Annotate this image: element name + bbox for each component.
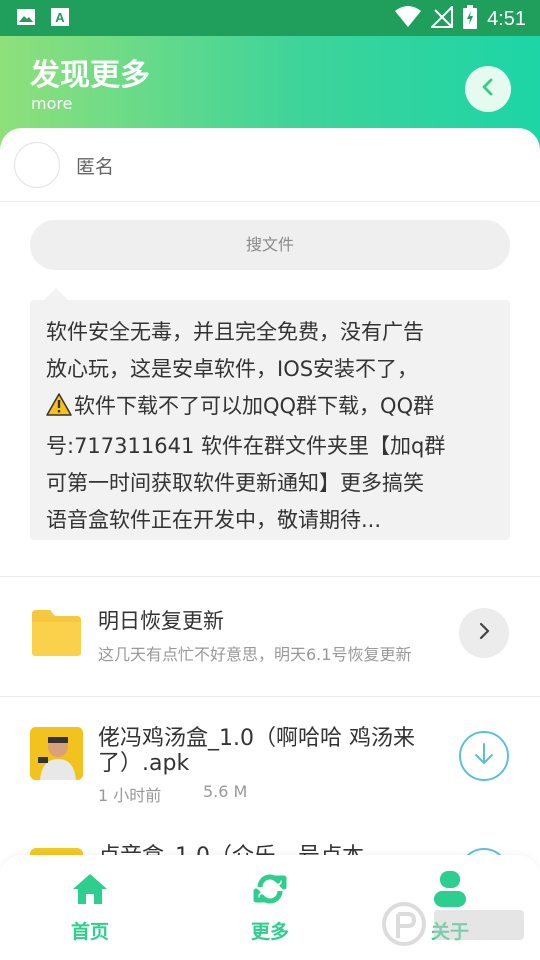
chevron-right-icon xyxy=(476,621,492,645)
refresh-icon xyxy=(225,869,315,909)
folder-icon xyxy=(30,608,83,662)
divider xyxy=(0,696,540,697)
avatar[interactable] xyxy=(14,142,60,188)
folder-title: 明日恢复更新 xyxy=(98,609,224,633)
file-row[interactable]: 佬冯鸡汤盒_1.0（啊哈哈 鸡汤来了）.apk 1 小时前 5.6 M xyxy=(0,714,540,824)
notice-box: 软件安全无毒，并且完全免费，没有广告 放心玩，这是安卓软件，IOS安装不了， 软… xyxy=(30,300,510,540)
user-row[interactable]: 匿名 xyxy=(0,128,540,202)
notice-line-warning: 软件下载不了可以加QQ群下载，QQ群 xyxy=(46,388,496,428)
page-subtitle: more xyxy=(31,94,73,113)
content-sheet: 匿名 搜文件 软件安全无毒，并且完全免费，没有广告 放心玩，这是安卓软件，IOS… xyxy=(0,128,540,960)
warning-icon xyxy=(46,391,72,428)
notice-line: 语音盒软件正在开发中，敬请期待... xyxy=(46,508,382,532)
notice-line: 软件安全无毒，并且完全免费，没有广告 xyxy=(46,320,424,344)
file-name: 佬冯鸡汤盒_1.0（啊哈哈 鸡汤来了）.apk xyxy=(98,726,415,776)
notice-line: 可第一时间获取软件更新通知】更多搞笑 xyxy=(46,471,424,495)
user-name: 匿名 xyxy=(76,156,115,178)
notice-line: 号:717311641 软件在群文件夹里【加q群 xyxy=(46,434,446,458)
status-time: 4:51 xyxy=(487,7,526,30)
file-thumbnail xyxy=(30,727,83,780)
battery-icon xyxy=(463,5,478,33)
folder-description: 这几天有点忙不好意思，明天6.1号恢复更新 xyxy=(98,645,412,664)
nav-label: 首页 xyxy=(70,921,109,943)
notice-line: 放心玩，这是安卓软件，IOS安装不了， xyxy=(46,357,419,381)
notice-line: 软件下载不了可以加QQ群下载，QQ群 xyxy=(74,394,435,418)
image-notification-icon xyxy=(16,7,36,31)
app-notification-icon: A xyxy=(50,7,70,31)
divider xyxy=(0,576,540,577)
back-button[interactable] xyxy=(465,66,511,112)
svg-text:A: A xyxy=(55,10,65,25)
no-signal-icon xyxy=(429,4,454,32)
page-title: 发现更多 xyxy=(30,58,150,93)
file-size: 5.6 M xyxy=(203,782,248,801)
arrow-down-icon xyxy=(474,742,494,770)
home-icon xyxy=(45,869,135,909)
download-button[interactable] xyxy=(459,731,509,781)
notice-pointer xyxy=(44,288,68,300)
folder-row[interactable]: 明日恢复更新 这几天有点忙不好意思，明天6.1号恢复更新 xyxy=(0,578,540,696)
nav-home[interactable]: 首页 xyxy=(45,869,135,949)
open-folder-button[interactable] xyxy=(459,608,509,658)
search-files-button[interactable]: 搜文件 xyxy=(30,220,510,270)
chevron-left-icon xyxy=(478,77,498,101)
nav-more[interactable]: 更多 xyxy=(225,869,315,949)
status-bar: A 4:51 xyxy=(0,0,540,36)
file-time: 1 小时前 xyxy=(98,786,162,805)
nav-label: 更多 xyxy=(250,921,289,943)
watermark-logo xyxy=(380,880,540,960)
wifi-icon xyxy=(395,6,422,32)
